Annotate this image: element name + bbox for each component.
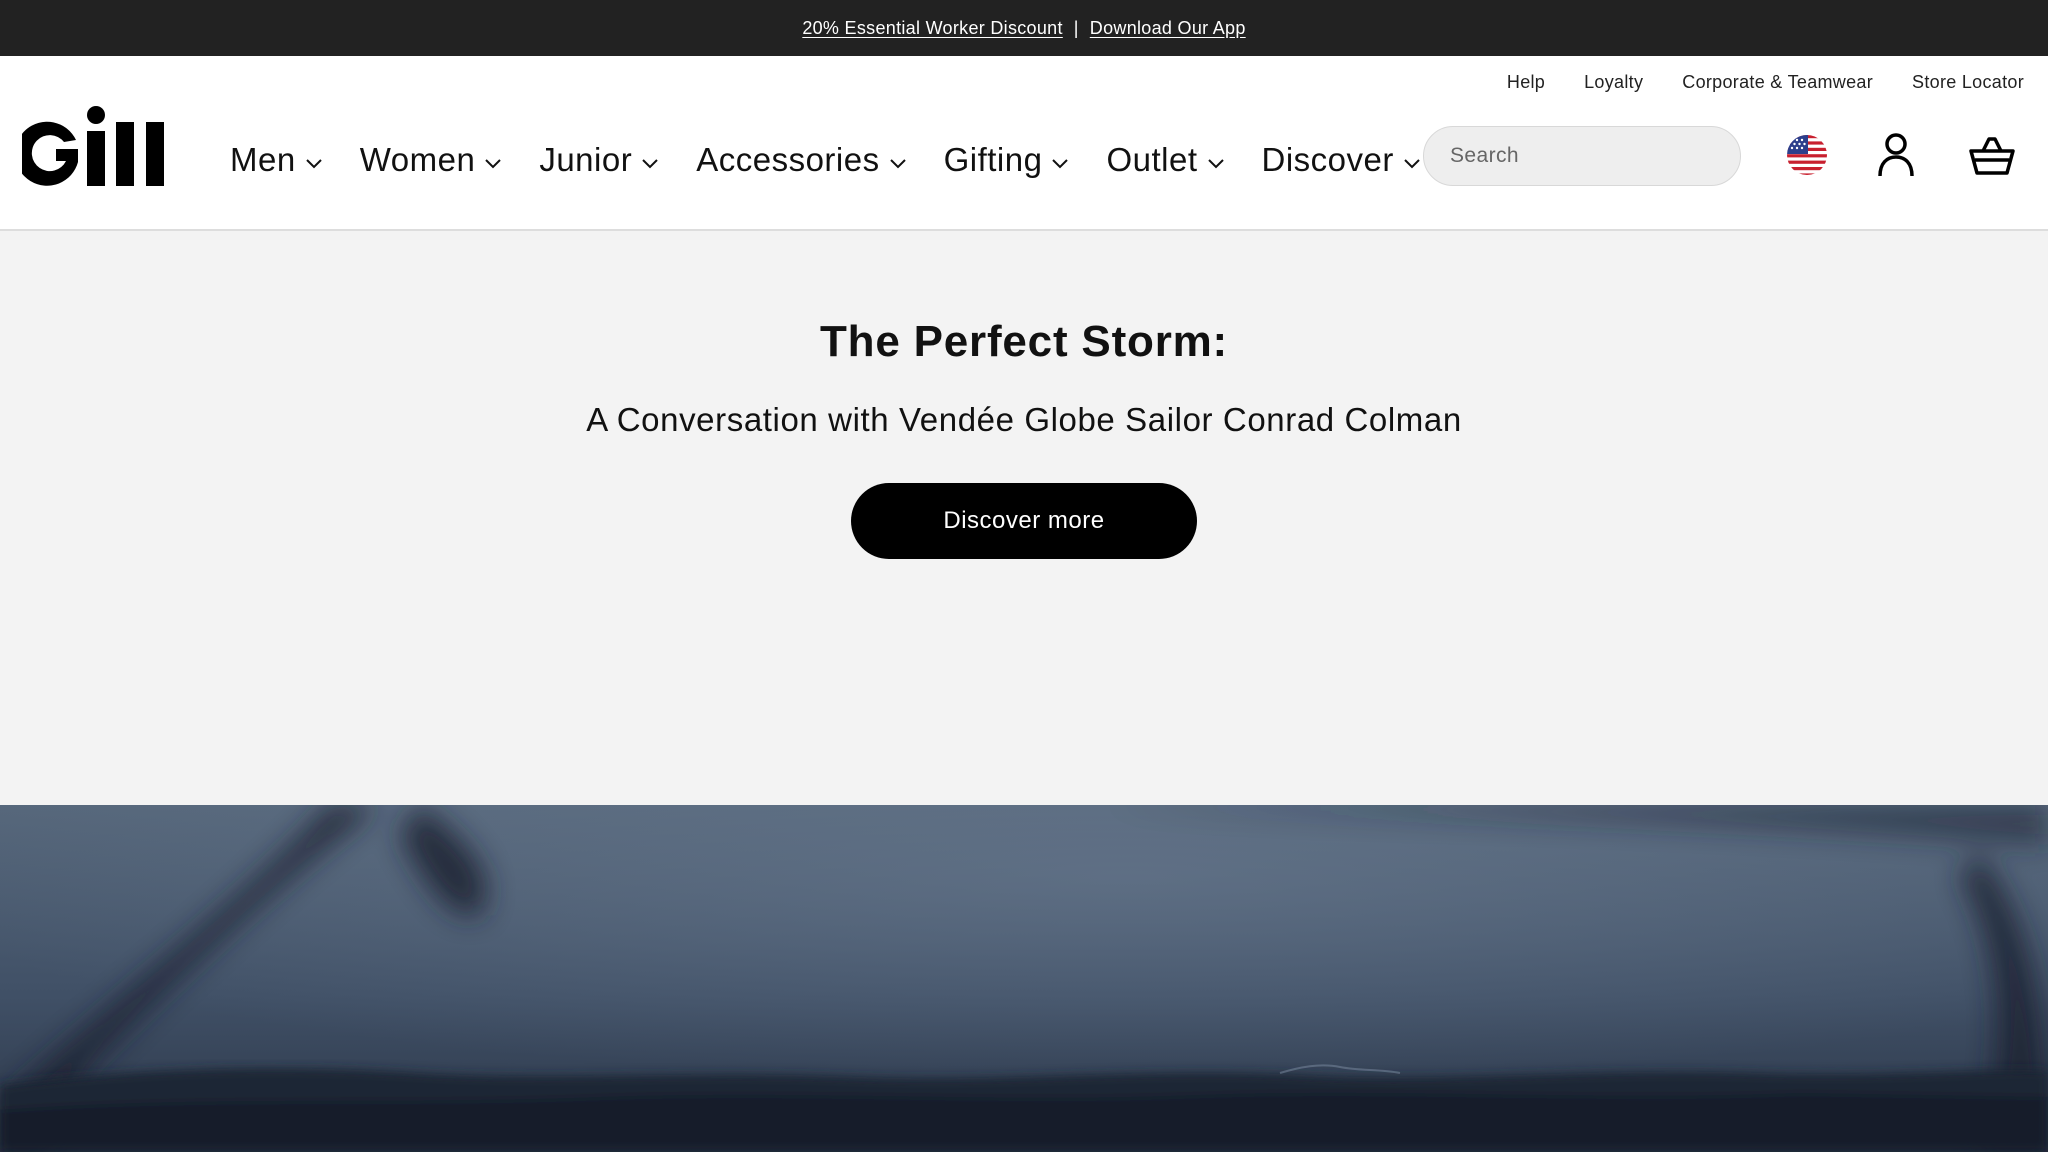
search-input[interactable] xyxy=(1450,144,1721,168)
discover-more-button[interactable]: Discover more xyxy=(851,483,1197,559)
nav-item-label: Discover xyxy=(1261,141,1394,178)
utility-link-loyalty[interactable]: Loyalty xyxy=(1584,72,1643,93)
main-nav: Men Women Junior Accessories Gifting Out… xyxy=(230,134,1420,186)
hero-subtitle: A Conversation with Vendée Globe Sailor … xyxy=(586,401,1462,438)
utility-link-store-locator[interactable]: Store Locator xyxy=(1912,72,2024,93)
chevron-down-icon xyxy=(1207,159,1224,169)
hero-section: The Perfect Storm: A Conversation with V… xyxy=(0,231,2048,805)
nav-item-outlet[interactable]: Outlet xyxy=(1106,141,1224,179)
chevron-down-icon xyxy=(1052,159,1069,169)
nav-item-label: Accessories xyxy=(696,141,880,178)
download-app-link[interactable]: Download Our App xyxy=(1090,18,1246,39)
nav-item-women[interactable]: Women xyxy=(360,141,502,179)
site-header: Help Loyalty Corporate & Teamwear Store … xyxy=(0,56,2048,231)
chevron-down-icon xyxy=(642,159,658,169)
announcement-separator: | xyxy=(1073,17,1079,38)
utility-nav: Help Loyalty Corporate & Teamwear Store … xyxy=(1507,72,2024,93)
nav-item-men[interactable]: Men xyxy=(230,141,322,179)
nav-item-discover[interactable]: Discover xyxy=(1262,141,1420,179)
us-flag-icon[interactable] xyxy=(1786,134,1828,176)
hero-image-stormy-sea xyxy=(0,805,2048,1152)
nav-item-label: Women xyxy=(359,141,476,178)
utility-link-help[interactable]: Help xyxy=(1507,72,1545,93)
essential-worker-discount-link[interactable]: 20% Essential Worker Discount xyxy=(802,18,1062,39)
nav-item-junior[interactable]: Junior xyxy=(539,141,658,179)
nav-item-label: Men xyxy=(230,141,296,178)
basket-icon[interactable] xyxy=(1969,136,2015,176)
hero-title: The Perfect Storm: xyxy=(819,317,1229,366)
nav-item-accessories[interactable]: Accessories xyxy=(696,141,906,179)
nav-item-label: Outlet xyxy=(1106,141,1198,178)
chevron-down-icon xyxy=(889,159,906,169)
nav-item-gifting[interactable]: Gifting xyxy=(944,141,1069,179)
announcement-bar: 20% Essential Worker Discount | Download… xyxy=(0,0,2048,56)
chevron-down-icon xyxy=(305,159,322,169)
chevron-down-icon xyxy=(485,159,502,169)
gill-logo[interactable] xyxy=(15,106,172,186)
search-box xyxy=(1423,126,1741,186)
nav-item-label: Gifting xyxy=(943,141,1043,178)
utility-link-corporate-teamwear[interactable]: Corporate & Teamwear xyxy=(1682,72,1873,93)
account-icon[interactable] xyxy=(1877,133,1915,177)
chevron-down-icon xyxy=(1404,159,1420,169)
nav-item-label: Junior xyxy=(539,141,633,178)
